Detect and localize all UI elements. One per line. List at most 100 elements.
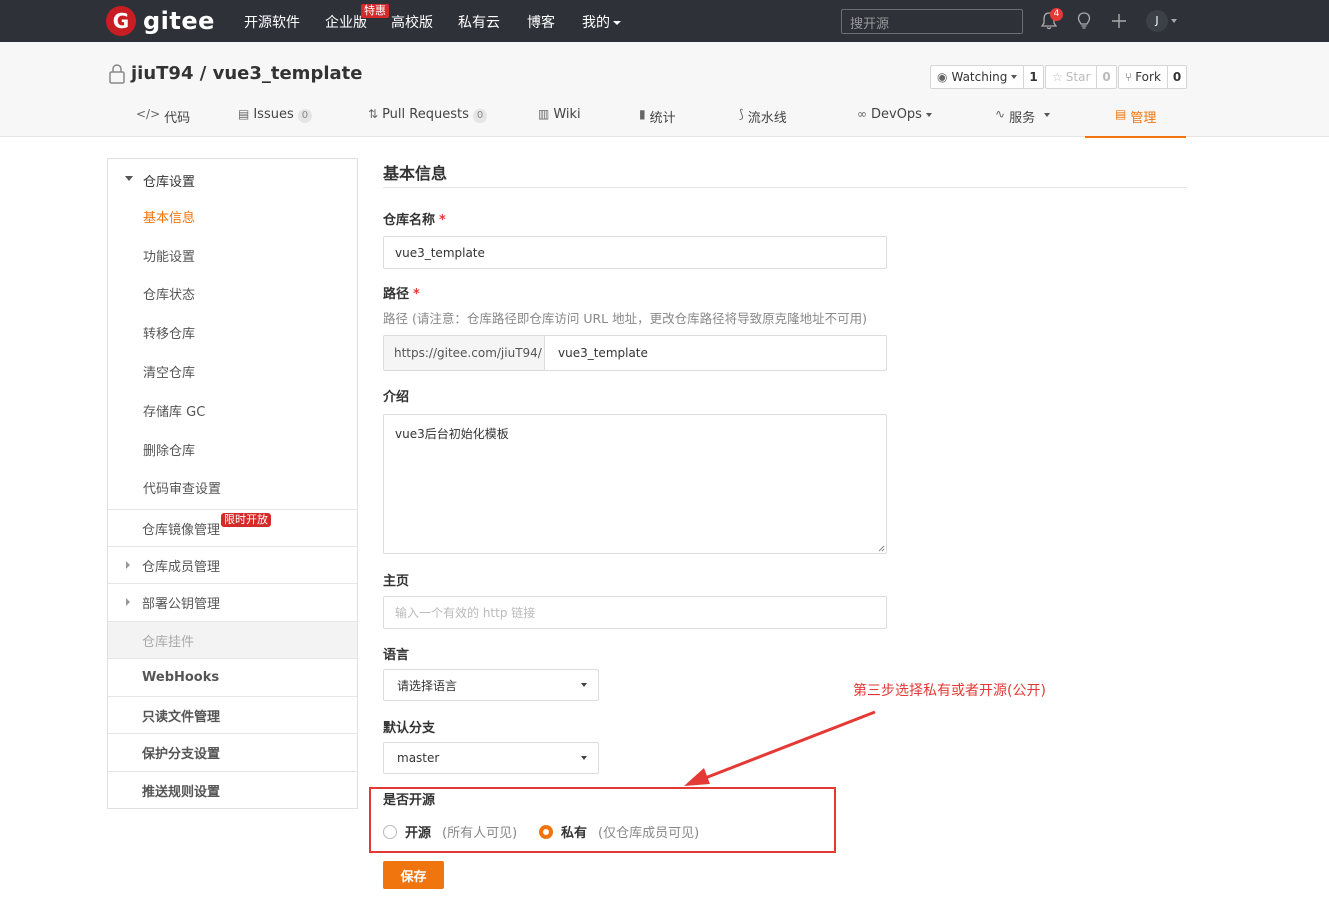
tab-code-label: 代码 <box>164 111 191 126</box>
nav-private-cloud[interactable]: 私有云 <box>458 12 500 32</box>
language-label: 语言 <box>383 648 410 663</box>
path-input[interactable]: vue3_template <box>545 336 886 370</box>
star-label: Star <box>1065 70 1091 84</box>
required-asterisk: * <box>439 213 446 228</box>
sidebar-members-label: 仓库成员管理 <box>142 559 221 575</box>
sidebar-item-deploy-keys[interactable]: 部署公钥管理 <box>108 583 357 620</box>
homepage-input[interactable]: 输入一个有效的 http 链接 <box>383 596 887 629</box>
lightbulb-icon[interactable] <box>1076 12 1092 30</box>
fork-button[interactable]: ⑂ Fork 0 <box>1118 65 1188 89</box>
tab-code[interactable]: </> 代码 <box>136 107 190 137</box>
caret-right-icon <box>126 561 130 569</box>
branch-select-value: master <box>397 751 440 765</box>
default-branch-label: 默认分支 <box>383 721 436 736</box>
wiki-icon: ▥ <box>538 107 550 121</box>
notification-count-badge: 4 <box>1050 8 1063 21</box>
tab-wiki[interactable]: ▥ Wiki <box>538 107 581 137</box>
sidebar-widgets-label: 仓库挂件 <box>142 634 195 650</box>
nav-open-source[interactable]: 开源软件 <box>244 12 300 32</box>
tab-services[interactable]: ∿ 服务 <box>995 107 1051 137</box>
fork-icon: ⑂ <box>1125 70 1133 84</box>
default-branch-select[interactable]: master <box>383 742 599 774</box>
sidebar-item-code-review[interactable]: 代码审查设置 <box>143 478 357 497</box>
tab-pr-label: Pull Requests <box>382 107 469 122</box>
chevron-down-icon <box>1011 75 1018 79</box>
sidebar-protect-label: 保护分支设置 <box>142 746 221 762</box>
repo-header: jiuT94 / vue3_template ◉ Watching 1 ☆ Star… <box>0 42 1329 138</box>
sidebar-webhooks-label: WebHooks <box>142 669 220 685</box>
repo-name-label: 仓库名称 * <box>383 209 446 228</box>
fork-label: Fork <box>1135 70 1161 84</box>
gitee-logo[interactable]: G gitee <box>106 6 215 36</box>
nav-mine-label: 我的 <box>582 15 610 31</box>
repo-title[interactable]: jiuT94 / vue3_template <box>131 63 362 84</box>
watch-count[interactable]: 1 <box>1024 66 1042 88</box>
sidebar-item-push-rules[interactable]: 推送规则设置 <box>108 771 357 808</box>
star-button[interactable]: ☆ Star 0 <box>1045 65 1117 89</box>
tab-issues-label: Issues <box>253 107 294 122</box>
path-label-text: 路径 <box>383 287 410 302</box>
avatar-chevron-down-icon[interactable] <box>1171 19 1177 23</box>
tab-manage-label: 管理 <box>1130 111 1157 126</box>
stats-icon: ▮ <box>639 107 646 121</box>
repo-name-label-text: 仓库名称 <box>383 213 436 228</box>
sidebar-item-clear[interactable]: 清空仓库 <box>143 362 357 381</box>
nav-education[interactable]: 高校版 <box>391 12 433 32</box>
top-navbar: G gitee 开源软件 企业版 特惠 高校版 私有云 博客 我的 搜开源 4 … <box>0 0 1329 42</box>
sidebar-item-protected-branches[interactable]: 保护分支设置 <box>108 733 357 770</box>
description-label: 介绍 <box>383 390 410 405</box>
tab-pipeline-label: 流水线 <box>747 111 787 126</box>
nav-blog[interactable]: 博客 <box>527 12 555 32</box>
sidebar-item-delete[interactable]: 删除仓库 <box>143 440 357 459</box>
annotation-text: 第三步选择私有或者开源(公开) <box>853 683 1046 699</box>
infinity-icon: ∞ <box>857 107 867 121</box>
sidebar-item-transfer[interactable]: 转移仓库 <box>143 323 357 342</box>
resize-handle-icon[interactable] <box>877 544 885 552</box>
sidebar-item-mirror[interactable]: 仓库镜像管理 限时开放 <box>108 509 357 546</box>
tab-pipeline[interactable]: ⟆ 流水线 <box>739 107 787 137</box>
sidebar-group-repo-settings[interactable]: 仓库设置 <box>143 171 392 190</box>
pipeline-icon: ⟆ <box>739 107 744 121</box>
chevron-down-icon <box>613 21 621 25</box>
sidebar-item-repo-status[interactable]: 仓库状态 <box>143 284 357 303</box>
watch-button[interactable]: ◉ Watching 1 <box>930 65 1044 89</box>
sidebar-deploy-keys-label: 部署公钥管理 <box>142 596 221 612</box>
save-button[interactable]: 保存 <box>383 861 444 889</box>
tab-stats[interactable]: ▮ 统计 <box>639 107 676 137</box>
sidebar-item-gc[interactable]: 存储库 GC <box>143 401 357 420</box>
sidebar-item-basic-info[interactable]: 基本信息 <box>143 207 357 226</box>
nav-mine[interactable]: 我的 <box>582 12 621 32</box>
tab-pull-requests[interactable]: ⇅ Pull Requests 0 <box>368 107 488 137</box>
plus-icon[interactable] <box>1110 12 1128 30</box>
sidebar-item-readonly-files[interactable]: 只读文件管理 <box>108 696 357 733</box>
tab-issues[interactable]: ▤ Issues 0 <box>238 107 313 137</box>
code-icon: </> <box>136 107 161 121</box>
language-select[interactable]: 请选择语言 <box>383 669 599 701</box>
description-textarea[interactable]: vue3后台初始化模板 <box>383 414 887 554</box>
fork-count[interactable]: 0 <box>1168 66 1186 88</box>
sidebar-item-webhooks[interactable]: WebHooks <box>108 658 357 695</box>
homepage-label: 主页 <box>383 574 410 589</box>
issues-count: 0 <box>297 109 313 123</box>
description-text: vue3后台初始化模板 <box>395 427 509 441</box>
language-select-value: 请选择语言 <box>397 678 458 693</box>
repo-name-input[interactable]: vue3_template <box>383 236 887 269</box>
sidebar-item-features[interactable]: 功能设置 <box>143 246 357 265</box>
chevron-down-icon <box>581 756 587 760</box>
star-count[interactable]: 0 <box>1097 66 1115 88</box>
gitee-logo-mark: G <box>106 6 136 36</box>
tab-devops[interactable]: ∞ DevOps <box>857 107 932 137</box>
tab-stats-label: 统计 <box>649 111 676 126</box>
avatar[interactable]: J <box>1146 10 1168 32</box>
path-prefix: https://gitee.com/jiuT94/ <box>384 336 545 370</box>
annotation-arrow-icon <box>684 710 876 786</box>
search-input[interactable]: 搜开源 <box>841 9 1023 34</box>
annotation-highlight-box <box>369 787 836 853</box>
caret-right-icon <box>126 598 130 606</box>
tab-services-label: 服务 <box>1009 111 1036 126</box>
limited-badge: 限时开放 <box>221 513 272 527</box>
path-label: 路径 * <box>383 283 420 302</box>
sidebar-item-members[interactable]: 仓库成员管理 <box>108 546 357 583</box>
sidebar-item-widgets: 仓库挂件 <box>108 621 357 658</box>
tab-manage[interactable]: ▤ 管理 <box>1085 107 1186 138</box>
